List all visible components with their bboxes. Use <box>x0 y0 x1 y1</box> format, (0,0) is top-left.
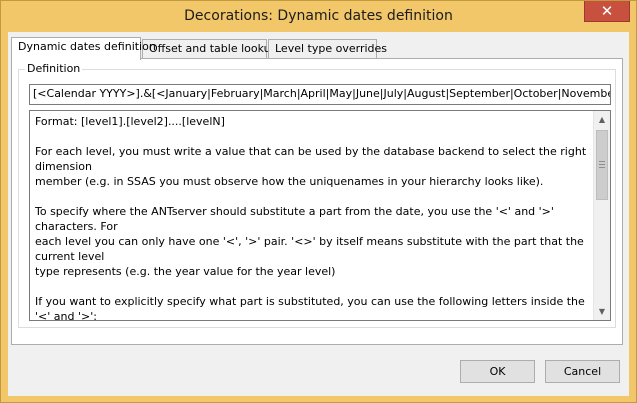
dialog-window: Decorations: Dynamic dates definition ✕ … <box>0 0 637 403</box>
ok-button[interactable]: OK <box>460 360 535 383</box>
tab-panel: Definition [<Calendar YYYY>].&[<January|… <box>11 58 623 345</box>
thumb-grip-line <box>599 164 605 165</box>
close-button[interactable]: ✕ <box>584 1 630 22</box>
definition-label: Definition <box>25 62 83 75</box>
definition-field[interactable]: [<Calendar YYYY>].&[<January|February|Ma… <box>29 84 611 105</box>
scroll-up-icon[interactable]: ▲ <box>594 111 610 128</box>
title-bar[interactable]: Decorations: Dynamic dates definition ✕ <box>1 1 636 32</box>
close-icon: ✕ <box>600 2 614 20</box>
tab-offset-and-table-lookup[interactable]: Offset and table lookup <box>142 39 278 59</box>
thumb-grip-line <box>599 161 605 162</box>
help-text-box[interactable]: Format: [level1].[level2]....[levelN] Fo… <box>29 110 611 321</box>
cancel-button[interactable]: Cancel <box>545 360 620 383</box>
window-title: Decorations: Dynamic dates definition <box>184 8 453 24</box>
tab-level-type-overrides[interactable]: Level type overrides <box>268 39 387 59</box>
help-text: Format: [level1].[level2]....[levelN] Fo… <box>35 115 587 321</box>
vertical-scrollbar[interactable]: ▲ ▼ <box>593 111 610 320</box>
scroll-thumb[interactable] <box>596 130 608 200</box>
definition-group: Definition [<Calendar YYYY>].&[<January|… <box>18 62 616 328</box>
tab-dynamic-dates-definition[interactable]: Dynamic dates definition <box>11 37 156 60</box>
thumb-grip-line <box>599 167 605 168</box>
scroll-down-icon[interactable]: ▼ <box>594 303 610 320</box>
dialog-client-area: Dynamic dates definition Offset and tabl… <box>8 32 629 396</box>
